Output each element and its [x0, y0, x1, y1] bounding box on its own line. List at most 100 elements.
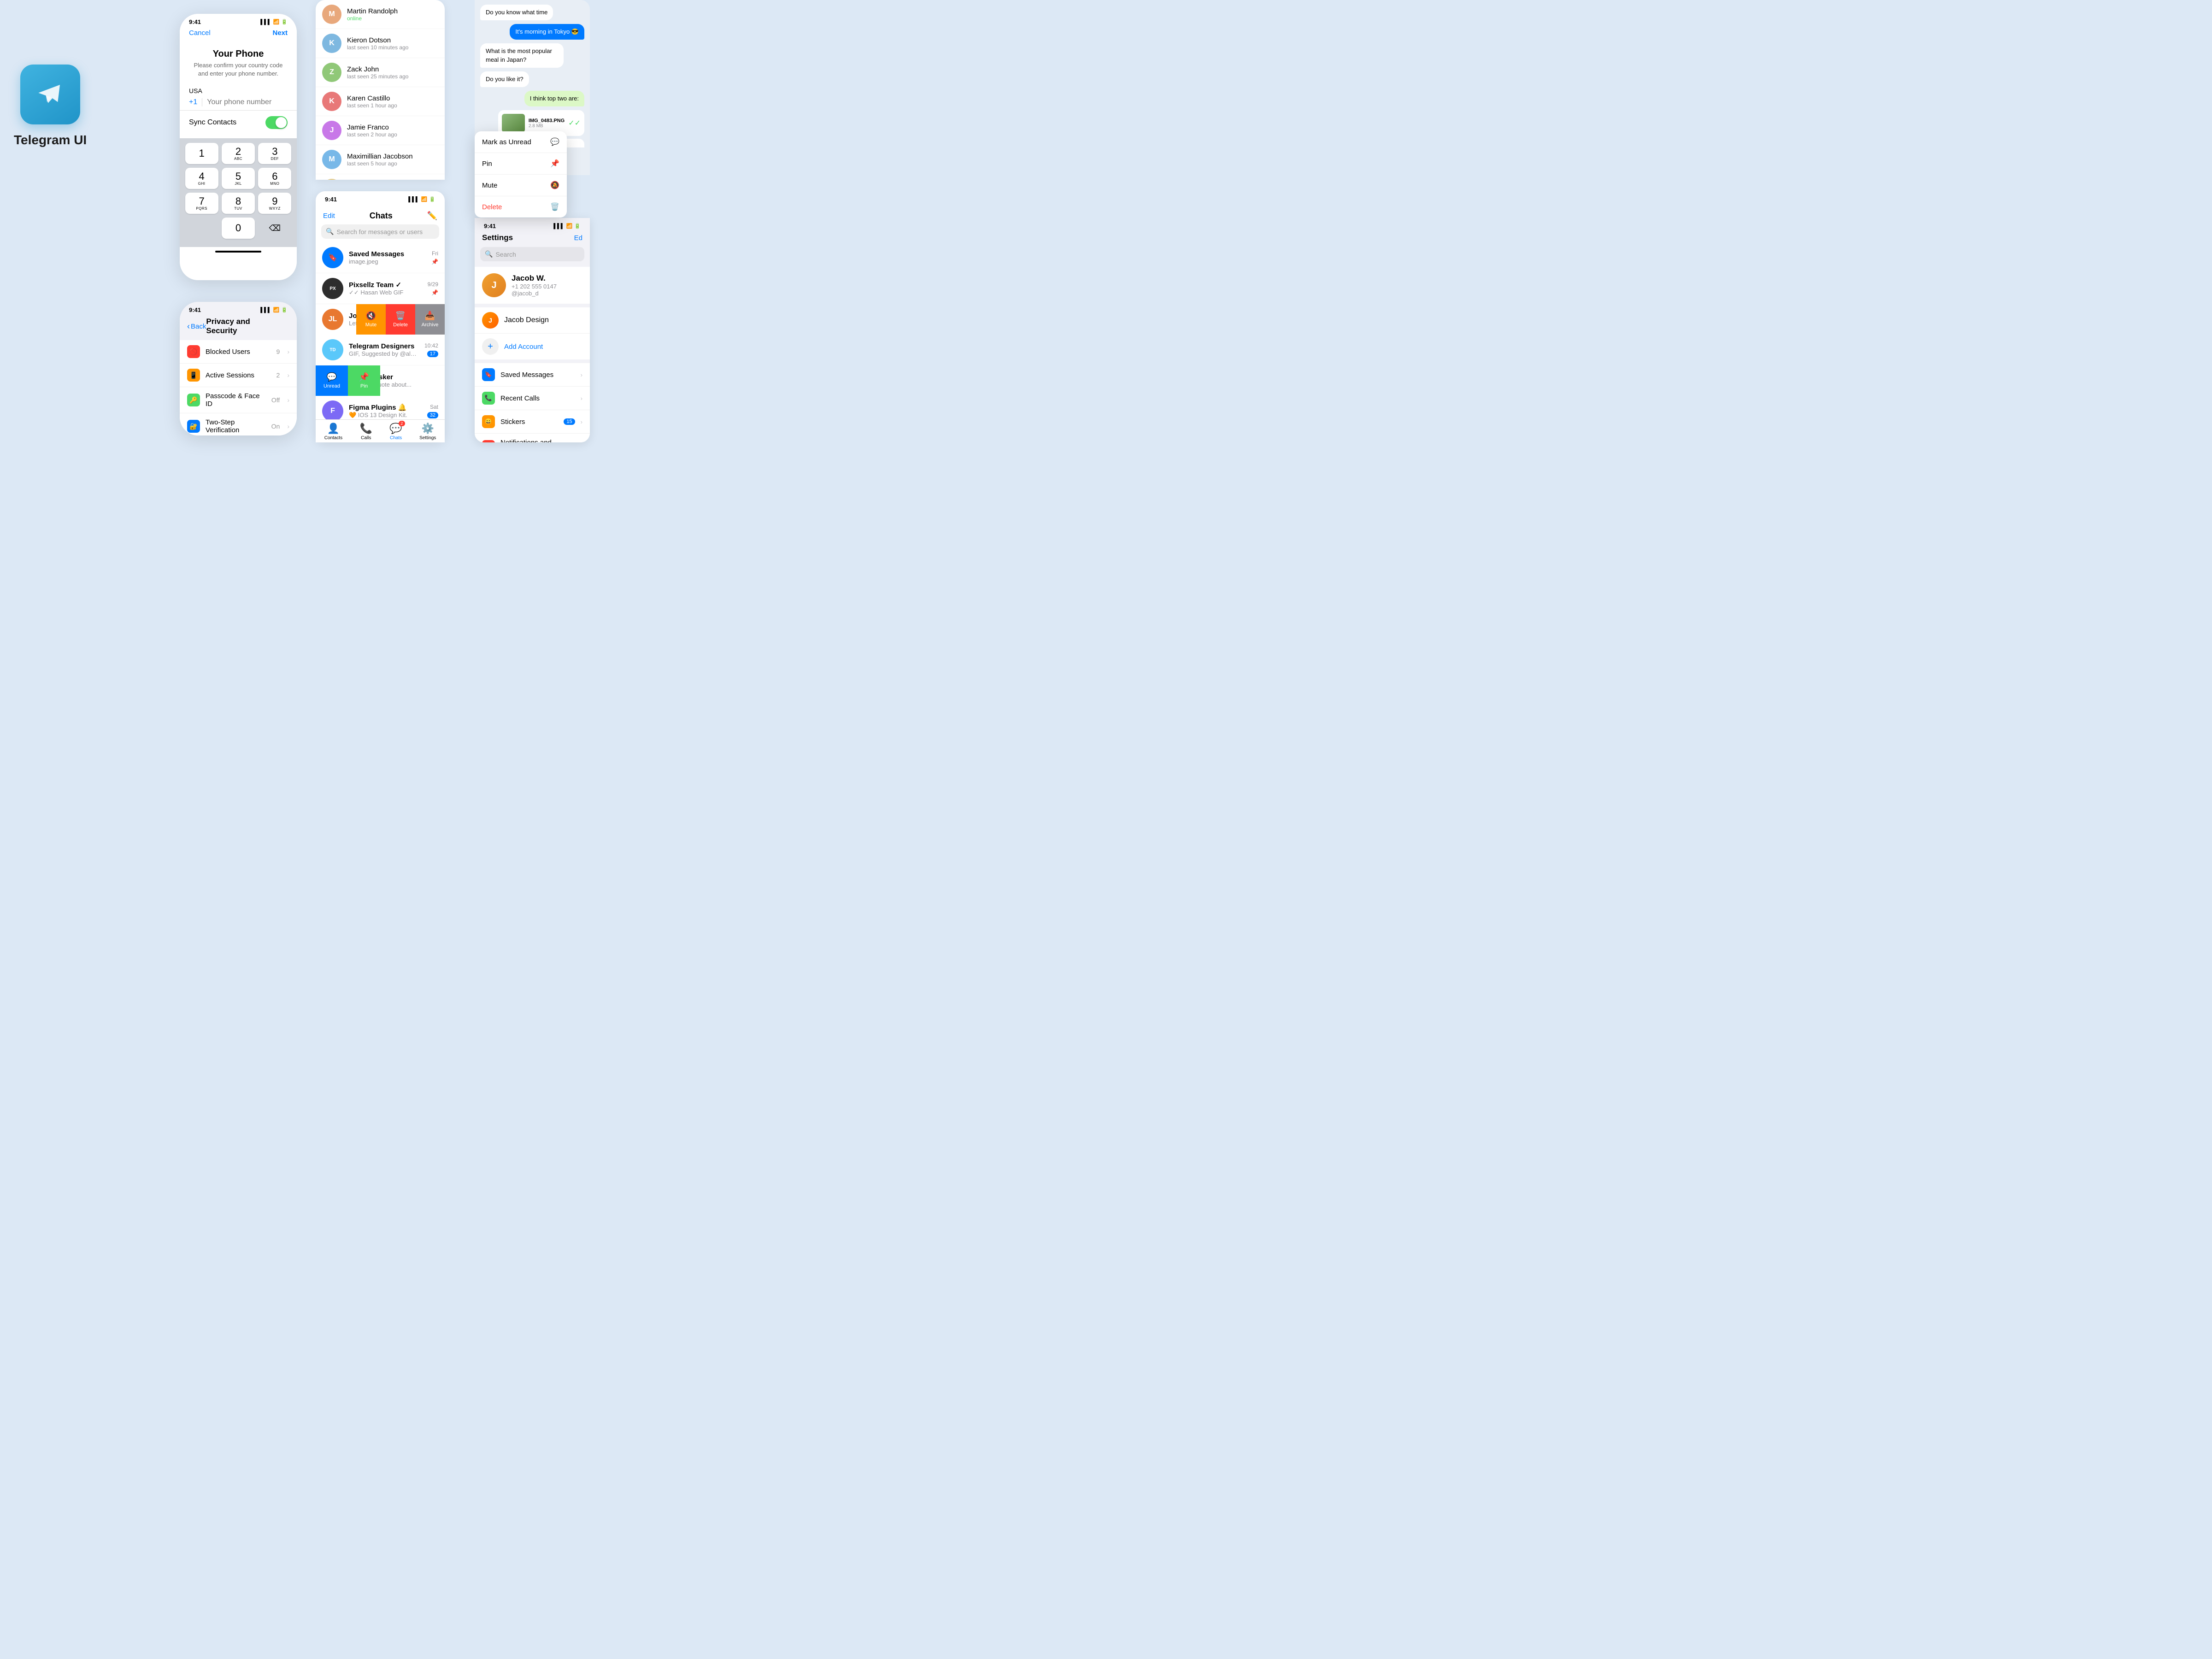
status-bar-1: 9:41 ▌▌▌ 📶 🔋 [180, 14, 297, 27]
context-mark-unread[interactable]: Mark as Unread 💬 [475, 131, 567, 153]
pin-icon: 📌 [431, 289, 438, 296]
contact-karen[interactable]: K Karen Castillo last seen 1 hour ago [316, 87, 445, 116]
key-1[interactable]: 1 [185, 143, 218, 164]
tab-settings-chats[interactable]: ⚙️ Settings [419, 423, 436, 441]
chat-content: Figma Plugins 🔔 🧡 IOS 13 Design Kit. [349, 403, 422, 419]
key-3[interactable]: 3DEF [258, 143, 291, 164]
key-delete[interactable]: ⌫ [258, 218, 291, 239]
account-name: Jacob Design [504, 316, 549, 324]
avatar: Z [322, 63, 341, 82]
chat-joshua-row: JL Joshua Lawrence Let's choose the firs… [316, 304, 445, 335]
context-delete[interactable]: Delete 🗑️ [475, 196, 567, 218]
menu-notifications[interactable]: 🔔 Notifications and Sounds › [475, 434, 590, 442]
contact-maximillian[interactable]: M Maximillian Jacobson last seen 5 hour … [316, 145, 445, 174]
key-9[interactable]: 9WXYZ [258, 193, 291, 214]
tab-chats-active[interactable]: 💬 2 Chats [389, 423, 402, 441]
delete-icon: 🗑️ [395, 311, 406, 321]
chats-edit-button[interactable]: Edit [323, 212, 335, 220]
back-button[interactable]: ‹ Back [187, 322, 206, 331]
contact-zack[interactable]: Z Zack John last seen 25 minutes ago [316, 58, 445, 87]
compose-button[interactable]: ✏️ [427, 211, 437, 221]
mute-button[interactable]: 🔇 Mute [356, 304, 386, 335]
chats-search-bar[interactable]: 🔍 Search for messages or users [321, 224, 439, 239]
mark-unread-icon: 💬 [550, 137, 559, 147]
chat-pixsellz[interactable]: PX Pixsellz Team ✓ ✓✓ Hasan Web GIF 9/29… [316, 273, 445, 304]
contact-martha[interactable]: M Martha Craig last seen yesterday at 21… [316, 174, 445, 180]
key-0[interactable]: 0 [222, 218, 255, 239]
chat-meta: 9/29 📌 [428, 281, 438, 296]
chat-telegram-designers[interactable]: TD Telegram Designers GIF, Suggested by … [316, 335, 445, 365]
chats-tab-bar: 👤 Contacts 📞 Calls 💬 2 Chats ⚙️ Settings [316, 419, 445, 442]
phone-number-input[interactable] [207, 98, 297, 106]
key-7[interactable]: 7PQRS [185, 193, 218, 214]
tab-calls-chats[interactable]: 📞 Calls [360, 423, 372, 441]
contact-jamie[interactable]: J Jamie Franco last seen 2 hour ago [316, 116, 445, 145]
passcode-icon: 🔑 [187, 394, 200, 406]
numpad-row-2: 4GHI 5JKL 6MNO [183, 168, 293, 189]
msg-incoming-2: What is the most popular meal in Japan? [480, 43, 564, 67]
pin-label: Pin [482, 160, 492, 168]
pin-button[interactable]: 📌 Pin [348, 365, 380, 396]
contact-kieron[interactable]: K Kieron Dotson last seen 10 minutes ago [316, 29, 445, 58]
stickers-icon: 😀 [482, 415, 495, 428]
contact-info: Jamie Franco last seen 2 hour ago [347, 124, 397, 138]
status-time-settings: 9:41 [484, 223, 496, 229]
pin-icon: 📌 [550, 159, 559, 168]
delete-icon: 🗑️ [550, 202, 559, 212]
recent-calls-label: Recent Calls [500, 394, 575, 402]
next-button[interactable]: Next [272, 29, 288, 37]
key-4[interactable]: 4GHI [185, 168, 218, 189]
key-8[interactable]: 8TUV [222, 193, 255, 214]
your-phone-title: Your Phone [189, 49, 288, 59]
settings-menu-section: 🔖 Saved Messages › 📞 Recent Calls › 😀 St… [475, 363, 590, 442]
blocked-users-item[interactable]: 🚫 Blocked Users 9 › [180, 340, 297, 364]
settings-edit-button[interactable]: Ed [574, 234, 582, 242]
settings-title: Settings [482, 233, 513, 242]
cancel-button[interactable]: Cancel [189, 29, 211, 37]
sessions-value: 2 [276, 371, 280, 379]
two-step-item[interactable]: 🔐 Two-Step Verification On › [180, 413, 297, 435]
contact-martin[interactable]: M Martin Randolph online [316, 0, 445, 29]
sessions-label: Active Sessions [206, 371, 271, 379]
profile-card[interactable]: J Jacob W. +1 202 555 0147 @jacob_d [475, 267, 590, 304]
menu-recent-calls[interactable]: 📞 Recent Calls › [475, 387, 590, 410]
menu-saved-messages[interactable]: 🔖 Saved Messages › [475, 363, 590, 387]
context-mute[interactable]: Mute 🔕 [475, 175, 567, 196]
settings-status-bar: 9:41 ▌▌▌ 📶 🔋 [475, 218, 590, 231]
chat-avatar: F [322, 400, 343, 422]
tab-contacts-chats[interactable]: 👤 Contacts [324, 423, 342, 441]
account-avatar: J [482, 312, 499, 329]
context-pin[interactable]: Pin 📌 [475, 153, 567, 175]
profile-name: Jacob W. [512, 274, 557, 283]
blocked-value: 9 [276, 348, 280, 355]
add-icon: + [482, 338, 499, 355]
settings-tab-icon: ⚙️ [422, 423, 434, 435]
numpad: 1 2ABC 3DEF 4GHI 5JKL 6MNO 7PQRS 8TUV 9W… [180, 138, 297, 247]
search-icon: 🔍 [326, 228, 334, 235]
unread-button[interactable]: 💬 Unread [316, 365, 348, 396]
country-code: +1 [189, 98, 202, 106]
active-sessions-item[interactable]: 📱 Active Sessions 2 › [180, 364, 297, 387]
chat-avatar: PX [322, 278, 343, 299]
menu-stickers[interactable]: 😀 Stickers 15 › [475, 410, 590, 434]
chats-title: Chats [370, 211, 393, 221]
key-5[interactable]: 5JKL [222, 168, 255, 189]
search-placeholder: Search for messages or users [336, 228, 423, 235]
settings-search-bar[interactable]: 🔍 Search [480, 247, 584, 261]
accounts-section: J Jacob Design + Add Account [475, 307, 590, 359]
avatar: M [322, 5, 341, 24]
key-2[interactable]: 2ABC [222, 143, 255, 164]
archive-button[interactable]: 📥 Archive [415, 304, 445, 335]
passcode-item[interactable]: 🔑 Passcode & Face ID Off › [180, 387, 297, 413]
delete-button[interactable]: 🗑️ Delete [386, 304, 415, 335]
key-6[interactable]: 6MNO [258, 168, 291, 189]
avatar: J [322, 121, 341, 140]
logo-section: Telegram UI [14, 65, 87, 147]
numpad-row-4: 0 ⌫ [183, 218, 293, 239]
add-account-item[interactable]: + Add Account [475, 334, 590, 359]
status-bar-2: 9:41 ▌▌▌ 📶 🔋 [180, 302, 297, 315]
app-title: Telegram UI [14, 133, 87, 147]
chat-saved-messages[interactable]: 🔖 Saved Messages image.jpeg Fri 📌 [316, 242, 445, 273]
account-jacob-design[interactable]: J Jacob Design [475, 307, 590, 334]
sync-toggle[interactable] [265, 116, 288, 129]
